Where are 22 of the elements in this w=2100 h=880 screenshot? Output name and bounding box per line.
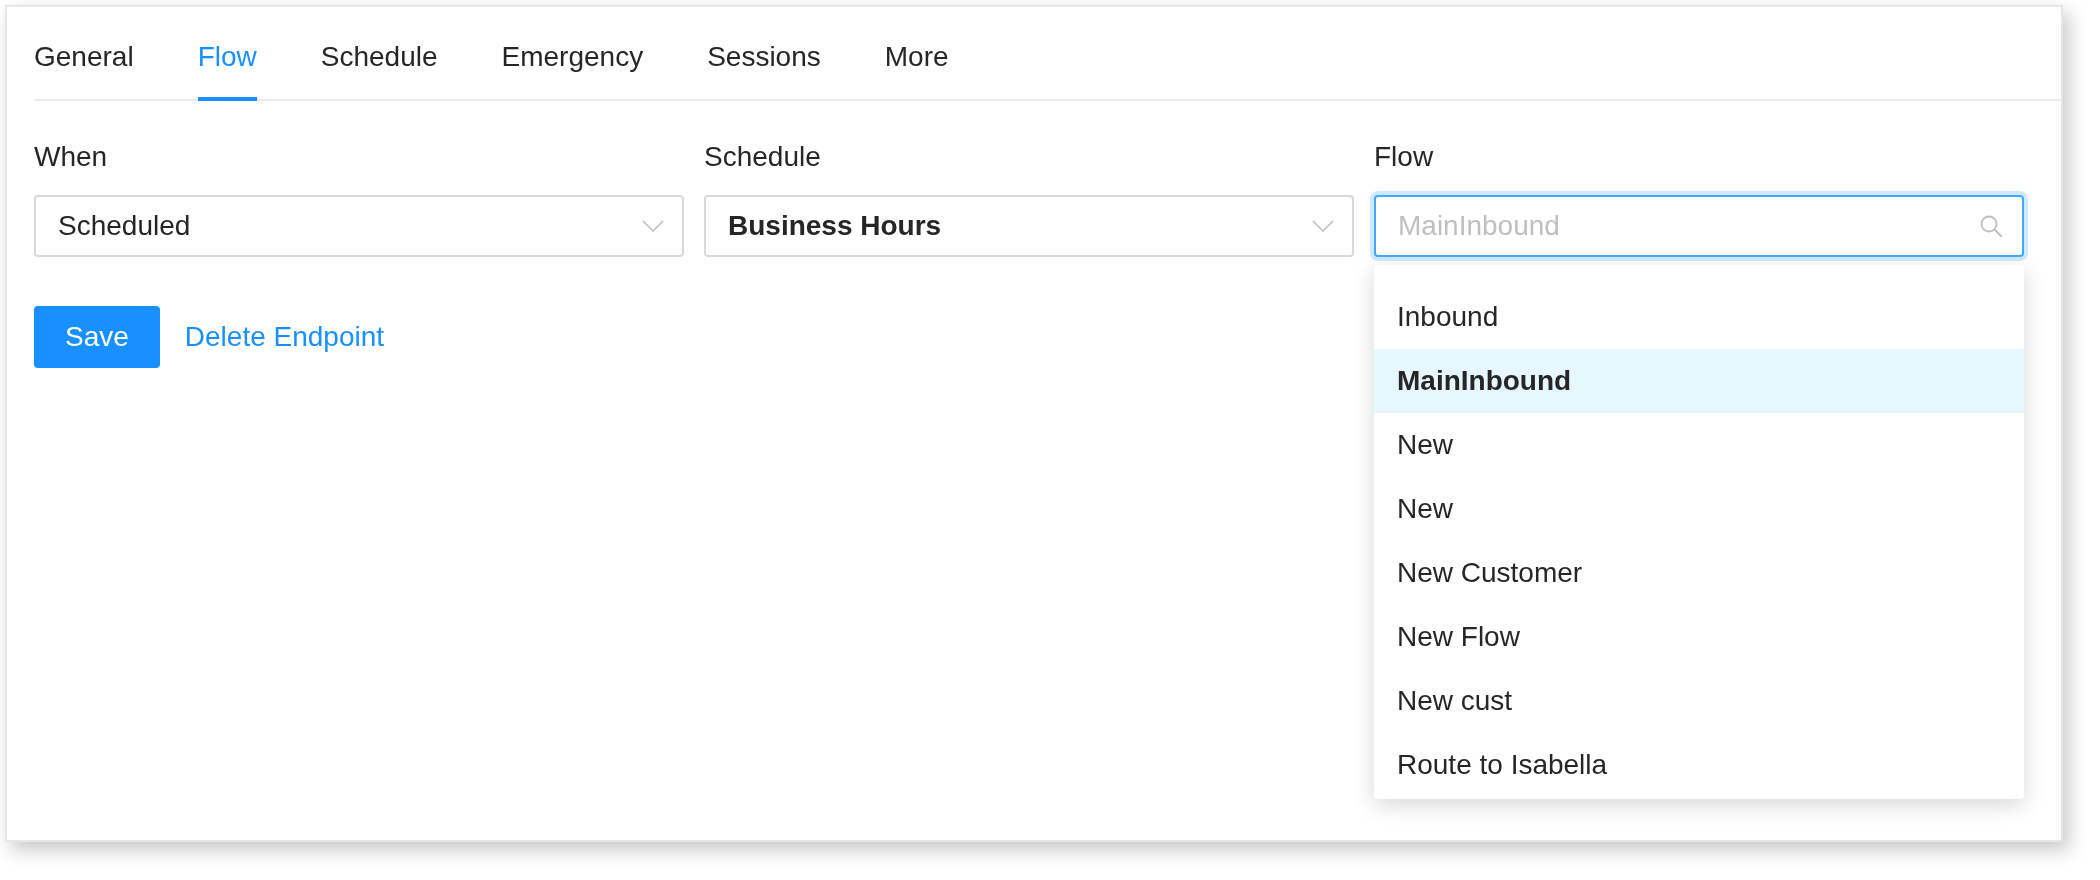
dropdown-option[interactable]: New Flow xyxy=(1374,605,2024,669)
dropdown-option[interactable]: New xyxy=(1374,477,2024,541)
tab[interactable]: Emergency xyxy=(501,7,644,101)
tab[interactable]: Schedule xyxy=(320,7,438,101)
search-field[interactable]: MainInbound xyxy=(1374,195,2024,257)
field-label: When xyxy=(34,140,108,174)
field-label: Schedule xyxy=(704,140,821,174)
tab[interactable]: More xyxy=(884,7,949,101)
dropdown-option[interactable]: New cust xyxy=(1374,669,2024,733)
tab[interactable]: Sessions xyxy=(707,7,821,101)
dropdown-select[interactable]: Scheduled xyxy=(34,195,684,257)
tab[interactable]: General xyxy=(34,7,134,101)
dropdown-option[interactable]: MainInbound xyxy=(1374,349,2024,413)
dropdown-select[interactable]: Business Hours xyxy=(704,195,1354,257)
chevron-down-icon xyxy=(642,220,664,232)
search-icon xyxy=(1980,215,2002,237)
dropdown-option[interactable]: New Customer xyxy=(1374,541,2024,605)
dropdown-option[interactable]: Inbound xyxy=(1374,285,2024,349)
chevron-down-icon xyxy=(1312,220,1334,232)
field-label: Flow xyxy=(1374,140,1434,174)
dropdown-option[interactable]: New xyxy=(1374,413,2024,477)
dropdown-option[interactable]: Route to Isabella xyxy=(1374,733,2024,797)
